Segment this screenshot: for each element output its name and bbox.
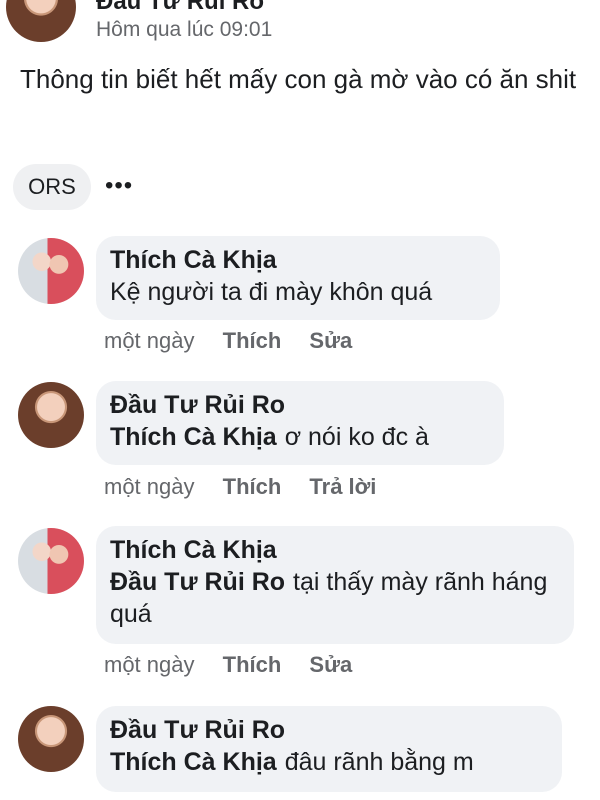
post-author-avatar[interactable]	[6, 0, 76, 42]
comment-author[interactable]: Đầu Tư Rủi Ro	[110, 714, 548, 746]
comment-text: đâu rãnh bằng m	[284, 748, 474, 776]
comment-mention[interactable]: Thích Cà Khịa	[110, 423, 277, 451]
comment-mention[interactable]: Đầu Tư Rủi Ro	[110, 568, 285, 596]
comment-text-line: Thích Cà Khịa ơ nói ko đc à	[110, 421, 490, 453]
comment-bubble[interactable]: Thích Cà Khịa Đầu Tư Rủi Ro tại thấy mày …	[96, 526, 574, 644]
comment-bubble[interactable]: Thích Cà Khịa Kệ người ta đi mày khôn qu…	[96, 236, 500, 320]
comment-time[interactable]: một ngày	[104, 474, 195, 499]
comment-avatar[interactable]	[18, 382, 84, 448]
like-button[interactable]: Thích	[223, 652, 282, 677]
comment-text: Kệ người ta đi mày khôn quá	[110, 278, 433, 306]
comment-text: ơ nói ko đc à	[284, 423, 429, 451]
post-author-name[interactable]: Đầu Tư Rủi Ro	[96, 0, 264, 16]
comment-text-line: Đầu Tư Rủi Ro tại thấy mày rãnh háng quá	[110, 566, 560, 630]
post-timestamp[interactable]: Hôm qua lúc 09:01	[96, 18, 272, 42]
reaction-label: ORS	[28, 174, 76, 199]
comment-bubble[interactable]: Đầu Tư Rủi Ro Thích Cà Khịa đâu rãnh bằng…	[96, 706, 562, 792]
comment-meta: một ngày Thích Trả lời	[104, 474, 398, 500]
reaction-pill[interactable]: ORS	[13, 164, 91, 210]
comment-text-line: Thích Cà Khịa đâu rãnh bằng m	[110, 746, 548, 778]
edit-button[interactable]: Sửa	[309, 328, 352, 353]
comment-mention[interactable]: Thích Cà Khịa	[110, 748, 277, 776]
comment-bubble[interactable]: Đầu Tư Rủi Ro Thích Cà Khịa ơ nói ko đc à	[96, 381, 504, 465]
comment-avatar[interactable]	[18, 706, 84, 772]
comment-avatar[interactable]	[18, 528, 84, 594]
comment-meta: một ngày Thích Sửa	[104, 328, 374, 354]
comment-author[interactable]: Thích Cà Khịa	[110, 244, 486, 276]
like-button[interactable]: Thích	[223, 474, 282, 499]
edit-button[interactable]: Sửa	[309, 652, 352, 677]
comment-avatar[interactable]	[18, 238, 84, 304]
reply-button[interactable]: Trả lời	[309, 474, 376, 499]
comment-time[interactable]: một ngày	[104, 328, 195, 353]
like-button[interactable]: Thích	[223, 328, 282, 353]
comment-author[interactable]: Đầu Tư Rủi Ro	[110, 389, 490, 421]
comment-meta: một ngày Thích Sửa	[104, 652, 374, 678]
comment-author[interactable]: Thích Cà Khịa	[110, 534, 560, 566]
more-icon[interactable]: •••	[105, 172, 133, 200]
post-text: Thông tin biết hết mấy con gà mờ vào có …	[20, 64, 577, 94]
comment-time[interactable]: một ngày	[104, 652, 195, 677]
